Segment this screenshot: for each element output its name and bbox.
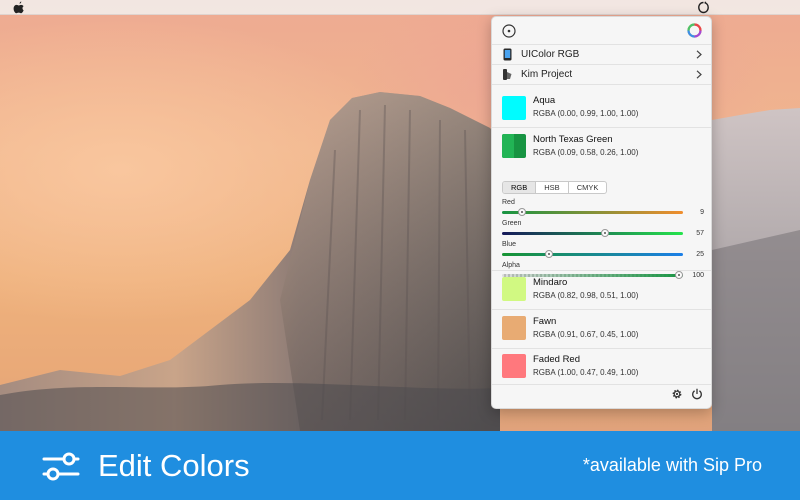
mode-hsb[interactable]: HSB xyxy=(536,182,569,193)
swatch-preview-half xyxy=(502,134,514,158)
sip-menubar-icon[interactable] xyxy=(697,1,710,14)
color-item-north-texas-green[interactable]: North Texas Green RGBA (0.09, 0.58, 0.26… xyxy=(492,128,711,177)
color-item-mindaro[interactable]: Mindaro RGBA (0.82, 0.98, 0.51, 1.00) xyxy=(492,271,711,309)
color-value: RGBA (1.00, 0.47, 0.49, 1.00) xyxy=(533,368,639,377)
color-swatch[interactable] xyxy=(502,96,526,120)
slider-thumb-red[interactable] xyxy=(517,208,526,216)
chevron-right-icon xyxy=(696,50,702,59)
promo-banner: Edit Colors *available with Sip Pro xyxy=(0,431,800,500)
color-mode-segmented-control: RGB HSB CMYK xyxy=(502,181,608,194)
panel-footer xyxy=(492,382,711,408)
power-icon[interactable] xyxy=(691,388,703,400)
mode-rgb[interactable]: RGB xyxy=(503,182,537,193)
palette-row[interactable]: Kim Project xyxy=(492,65,711,85)
slider-track-green[interactable] xyxy=(502,229,683,237)
color-value: RGBA (0.91, 0.67, 0.45, 1.00) xyxy=(533,330,639,339)
slider-track-red[interactable] xyxy=(502,208,683,216)
color-editor: RGB HSB CMYK Red 9 Green 57 Blue 25 Alph… xyxy=(492,177,711,279)
color-name: Faded Red xyxy=(533,354,581,365)
color-name: Fawn xyxy=(533,316,557,327)
format-row[interactable]: UIColor RGB xyxy=(492,45,711,65)
color-value: RGBA (0.09, 0.58, 0.26, 1.00) xyxy=(533,148,639,157)
color-picker-crosshair-icon[interactable] xyxy=(502,24,516,38)
color-item-fawn[interactable]: Fawn RGBA (0.91, 0.67, 0.45, 1.00) xyxy=(492,310,711,348)
color-swatch[interactable] xyxy=(502,134,526,158)
sip-popover-panel: UIColor RGB Kim Project Aqua RGBA (0.00,… xyxy=(491,16,712,409)
chevron-right-icon xyxy=(696,70,702,79)
phone-icon xyxy=(503,48,512,61)
color-value: RGBA (0.82, 0.98, 0.51, 1.00) xyxy=(533,291,639,300)
format-label: UIColor RGB xyxy=(521,49,580,60)
banner-note: *available with Sip Pro xyxy=(582,455,762,475)
menu-bar xyxy=(0,0,800,15)
slider-label-red: Red xyxy=(502,199,515,206)
slider-thumb-green[interactable] xyxy=(600,229,609,237)
slider-label-green: Green xyxy=(502,220,522,227)
slider-value-blue: 25 xyxy=(696,251,704,258)
color-wheel-icon[interactable] xyxy=(687,23,702,38)
color-swatch[interactable] xyxy=(502,277,526,301)
slider-thumb-blue[interactable] xyxy=(545,250,554,258)
color-value: RGBA (0.00, 0.99, 1.00, 1.00) xyxy=(533,109,639,118)
slider-track-blue[interactable] xyxy=(502,250,683,258)
adjust-sliders-icon xyxy=(42,452,80,481)
slider-label-blue: Blue xyxy=(502,241,517,248)
slider-value-red: 9 xyxy=(700,209,704,216)
apple-icon[interactable] xyxy=(13,1,25,14)
color-name: Aqua xyxy=(533,95,556,106)
palette-label: Kim Project xyxy=(521,69,573,80)
color-swatch[interactable] xyxy=(502,316,526,340)
banner-title: Edit Colors xyxy=(98,448,250,483)
color-swatch[interactable] xyxy=(502,354,526,378)
panel-header xyxy=(492,17,711,45)
slider-value-green: 57 xyxy=(696,230,704,237)
color-name: North Texas Green xyxy=(533,134,613,145)
slider-label-alpha: Alpha xyxy=(502,262,520,269)
palette-icon xyxy=(503,69,512,80)
mode-cmyk[interactable]: CMYK xyxy=(569,182,607,193)
gear-icon[interactable] xyxy=(671,388,683,400)
color-item-aqua[interactable]: Aqua RGBA (0.00, 0.99, 1.00, 1.00) xyxy=(492,89,711,127)
color-name: Mindaro xyxy=(533,277,568,288)
